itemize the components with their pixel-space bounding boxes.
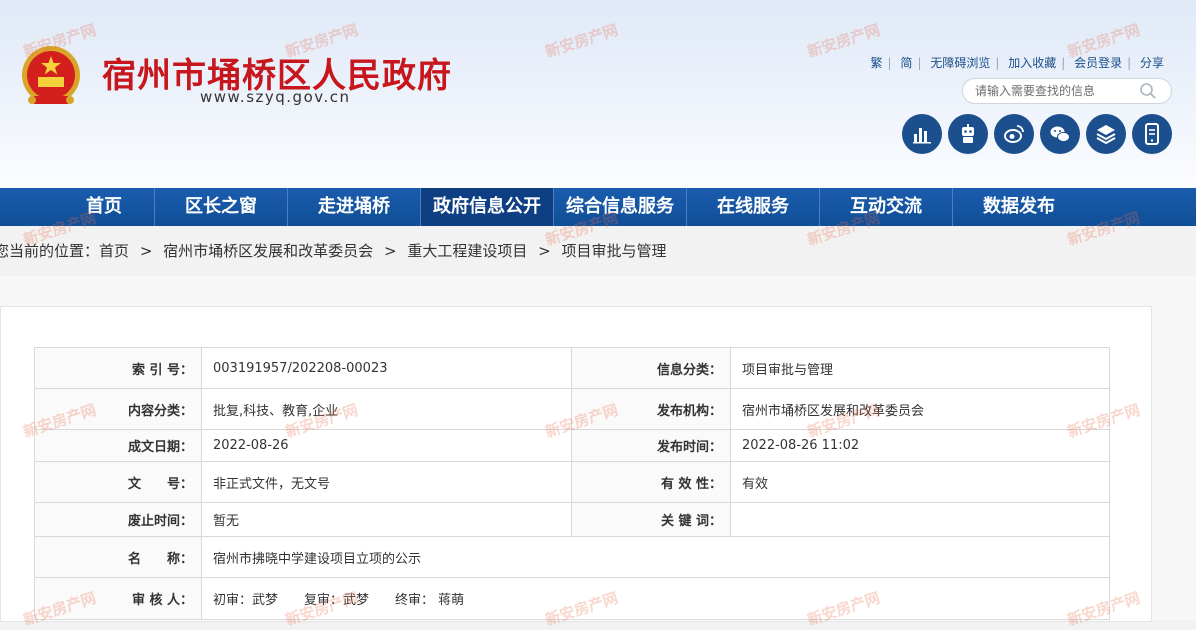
divider: |	[1127, 56, 1132, 70]
keywords-label: 关 键 词：	[571, 502, 731, 537]
index-label: 索 引 号：	[34, 347, 202, 389]
mobile-icon[interactable]	[1132, 114, 1172, 154]
pubtime-label: 发布时间：	[571, 429, 731, 462]
nav-item-district-head[interactable]: 区长之窗	[155, 188, 288, 226]
robot-icon[interactable]	[948, 114, 988, 154]
category-value: 项目审批与管理	[730, 347, 1110, 389]
date-label: 成文日期：	[34, 429, 202, 462]
name-value: 宿州市拂晓中学建设项目立项的公示	[201, 536, 1110, 578]
divider: |	[887, 56, 892, 70]
keywords-value	[730, 502, 1110, 537]
validity-label: 有 效 性：	[571, 461, 731, 503]
nav-item-gov-info[interactable]: 政府信息公开	[421, 188, 554, 226]
date-value: 2022-08-26	[201, 429, 572, 462]
top-links: 繁 | 简 | 无障碍浏览 | 加入收藏 | 会员登录 | 分享	[871, 54, 1164, 71]
table-row: 索 引 号： 003191957/202208-00023 信息分类： 项目审批…	[34, 347, 1110, 389]
weibo-icon[interactable]	[994, 114, 1034, 154]
traditional-chinese-link[interactable]: 繁	[871, 56, 883, 70]
breadcrumb-current[interactable]: 项目审批与管理	[561, 242, 666, 260]
nav-item-online-services[interactable]: 在线服务	[687, 188, 820, 226]
category-label: 信息分类：	[571, 347, 731, 389]
breadcrumb-commission[interactable]: 宿州市埇桥区发展和改革委员会	[163, 242, 373, 260]
nav-item-data-release[interactable]: 数据发布	[953, 188, 1085, 226]
layers-icon[interactable]	[1086, 114, 1126, 154]
index-value: 003191957/202208-00023	[201, 347, 572, 389]
add-favorite-link[interactable]: 加入收藏	[1008, 56, 1056, 70]
abolish-value: 暂无	[201, 502, 572, 537]
table-row: 名 称： 宿州市拂晓中学建设项目立项的公示	[34, 536, 1110, 578]
table-row: 废止时间： 暂无 关 键 词：	[34, 502, 1110, 537]
bar-chart-icon[interactable]	[902, 114, 942, 154]
breadcrumb-projects[interactable]: 重大工程建设项目	[407, 242, 527, 260]
content-value: 批复,科技、教育,企业	[201, 388, 572, 430]
accessibility-link[interactable]: 无障碍浏览	[930, 56, 990, 70]
divider: |	[917, 56, 922, 70]
simplified-chinese-link[interactable]: 简	[900, 56, 912, 70]
docno-label: 文 号：	[34, 461, 202, 503]
validity-value: 有效	[730, 461, 1110, 503]
breadcrumb-separator: >	[139, 242, 153, 260]
breadcrumb: 您当前的位置：首页 > 宿州市埇桥区发展和改革委员会 > 重大工程建设项目 > …	[0, 240, 673, 261]
document-info-table: 索 引 号： 003191957/202208-00023 信息分类： 项目审批…	[34, 347, 1110, 620]
divider: |	[1061, 56, 1066, 70]
share-link[interactable]: 分享	[1140, 56, 1164, 70]
breadcrumb-home[interactable]: 首页	[99, 242, 129, 260]
name-label: 名 称：	[34, 536, 202, 578]
divider: |	[995, 56, 1000, 70]
search-box	[962, 78, 1172, 104]
table-row: 文 号： 非正式文件，无文号 有 效 性： 有效	[34, 461, 1110, 503]
docno-value: 非正式文件，无文号	[201, 461, 572, 503]
abolish-label: 废止时间：	[34, 502, 202, 537]
breadcrumb-separator: >	[383, 242, 397, 260]
search-icon[interactable]	[1139, 82, 1157, 100]
nav-item-about[interactable]: 走进埇桥	[288, 188, 421, 226]
pubtime-value: 2022-08-26 11:02	[730, 429, 1110, 462]
search-input[interactable]	[973, 81, 1127, 101]
publisher-value: 宿州市埇桥区发展和改革委员会	[730, 388, 1110, 430]
site-url: www.szyq.gov.cn	[200, 88, 351, 106]
breadcrumb-prefix: 您当前的位置：	[0, 242, 100, 260]
wechat-icon[interactable]	[1040, 114, 1080, 154]
